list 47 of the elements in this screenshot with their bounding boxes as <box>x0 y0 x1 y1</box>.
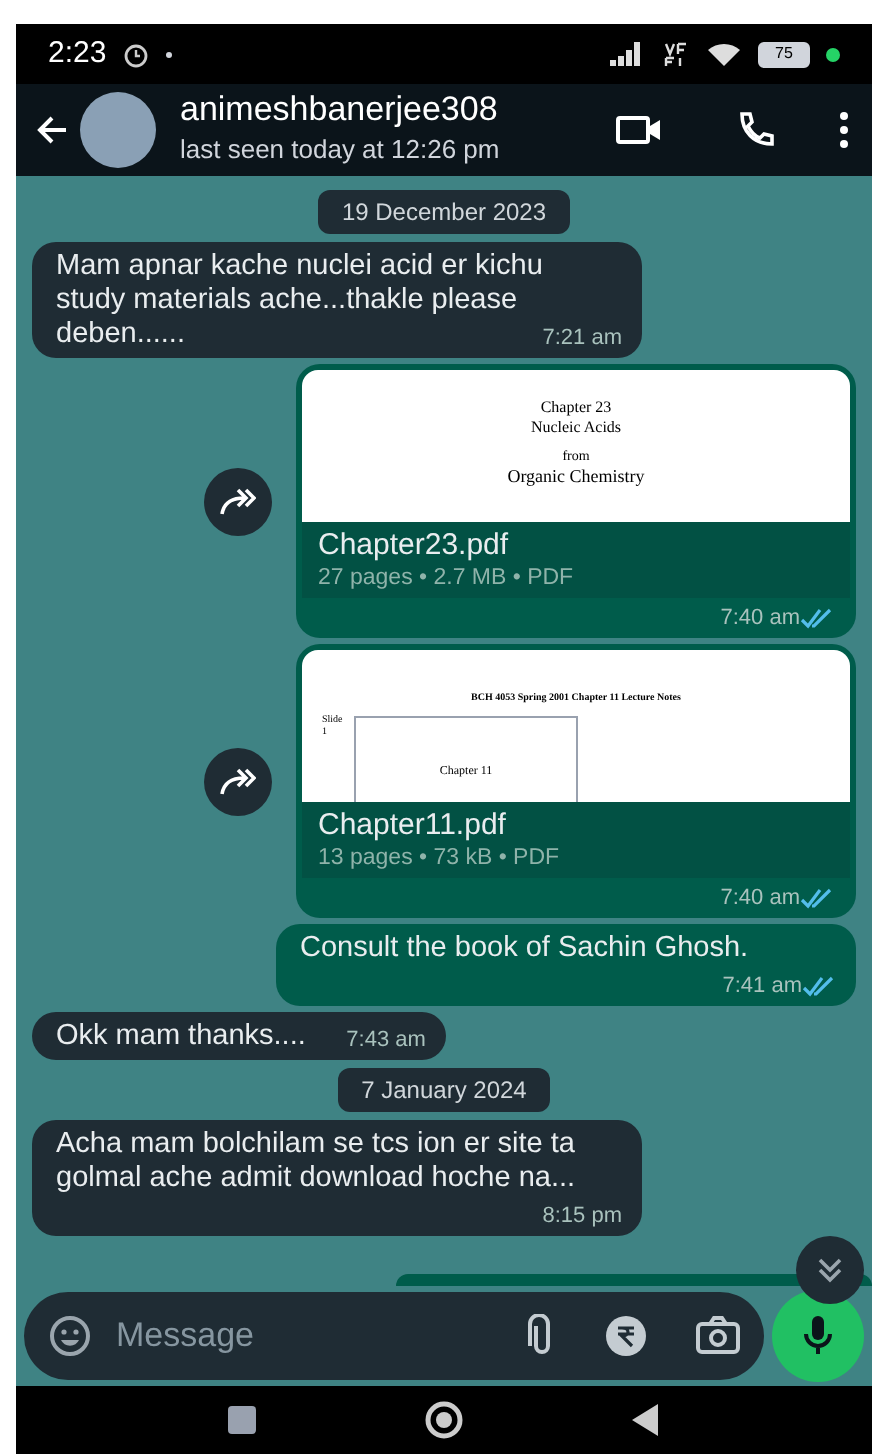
message-time: 7:40 am <box>720 604 800 632</box>
alarm-icon <box>122 40 151 68</box>
last-seen-status: last seen today at 12:26 pm <box>180 132 500 169</box>
status-time: 2:23 <box>48 33 107 74</box>
rupee-payment-icon[interactable] <box>604 1314 648 1358</box>
message-time: 7:40 am <box>720 884 800 912</box>
file-details: 27 pages • 2.7 MB • PDF <box>318 564 576 592</box>
vowifi-icon <box>662 40 690 68</box>
message-time: 8:15 pm <box>542 1202 622 1230</box>
forward-arrow-icon <box>220 487 256 515</box>
back-button[interactable] <box>632 1404 660 1436</box>
message-text: Acha mam bolchilam se tcs ion er site ta golmal ache admit download hoche na... <box>56 1128 576 1194</box>
message-text: Consult the book of Sachin Ghosh. <box>300 932 749 964</box>
microphone-icon <box>804 1314 832 1358</box>
message-field[interactable]: Message <box>116 1310 416 1362</box>
emoji-icon[interactable] <box>48 1314 92 1358</box>
more-options-icon[interactable] <box>840 112 848 148</box>
message-time: 7:21 am <box>542 324 622 352</box>
message-input[interactable]: Message <box>24 1292 764 1380</box>
file-name: Chapter23.pdf <box>318 528 511 564</box>
forward-button[interactable] <box>204 467 272 535</box>
date-chip: 7 January 2024 <box>337 1068 551 1112</box>
voice-record-button[interactable] <box>772 1290 864 1382</box>
message-text: Mam apnar kache nuclei acid er kichu study materials ache...thakle please deben...... <box>56 250 543 350</box>
double-chevron-down-icon <box>816 1256 844 1284</box>
phone-call-icon[interactable] <box>736 110 776 150</box>
message-time: 7:41 am <box>722 972 802 1000</box>
forward-button[interactable] <box>204 747 272 815</box>
wifi-icon <box>706 40 742 68</box>
message-text: Okk mam thanks.... <box>56 1020 306 1052</box>
scroll-down-button[interactable] <box>796 1236 864 1304</box>
attach-icon[interactable] <box>528 1314 556 1358</box>
camera-icon[interactable] <box>696 1316 740 1356</box>
file-details: 13 pages • 73 kB • PDF <box>318 844 562 872</box>
battery-icon: 75 <box>758 41 810 67</box>
avatar[interactable] <box>80 92 156 168</box>
message-time: 7:43 am <box>346 1026 426 1054</box>
preview-text: Organic Chemistry <box>507 466 645 486</box>
video-call-icon[interactable] <box>616 112 664 148</box>
contact-name[interactable]: animeshbanerjee308 <box>180 90 500 131</box>
date-chip: 19 December 2023 <box>317 190 571 234</box>
signal-icon <box>610 42 646 66</box>
home-button[interactable] <box>424 1400 464 1440</box>
forward-arrow-icon <box>220 767 256 795</box>
file-name: Chapter11.pdf <box>318 808 508 844</box>
preview-text: Chapter 23 <box>540 398 612 418</box>
preview-text: Nucleic Acids <box>530 418 622 438</box>
